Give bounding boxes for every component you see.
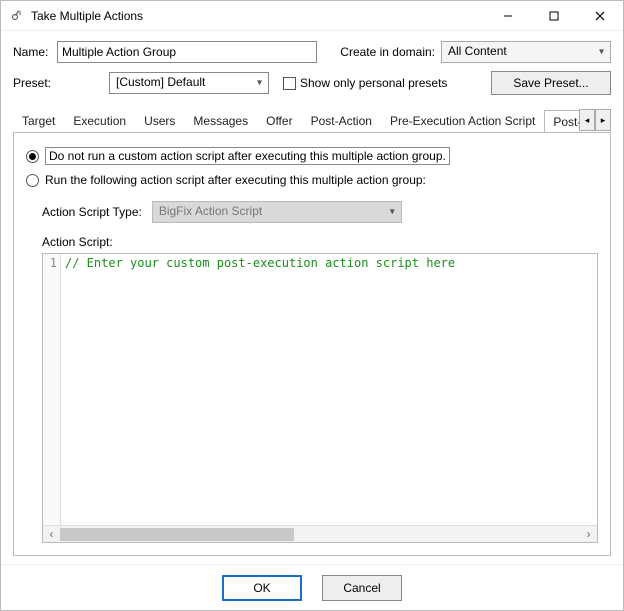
chevron-down-icon: ▾ xyxy=(257,78,262,89)
line-gutter: 1 xyxy=(43,254,61,525)
horizontal-scrollbar[interactable]: ‹ › xyxy=(43,525,597,542)
radio-run-script[interactable]: Run the following action script after ex… xyxy=(26,173,598,187)
personal-presets-label: Show only personal presets xyxy=(300,76,447,90)
scroll-left-icon[interactable]: ‹ xyxy=(43,526,60,543)
maximize-button[interactable] xyxy=(531,1,577,31)
preset-label: Preset: xyxy=(13,76,57,90)
script-type-value: BigFix Action Script xyxy=(159,204,262,218)
save-preset-button[interactable]: Save Preset... xyxy=(491,71,611,95)
tab-post-action[interactable]: Post-Action xyxy=(302,109,381,132)
chevron-down-icon: ▾ xyxy=(390,207,395,218)
scroll-right-icon[interactable]: › xyxy=(580,526,597,543)
chevron-down-icon: ▾ xyxy=(599,47,604,58)
domain-label: Create in domain: xyxy=(340,45,435,59)
scroll-track[interactable] xyxy=(60,526,580,542)
tab-target[interactable]: Target xyxy=(13,109,64,132)
domain-value: All Content xyxy=(448,44,507,58)
tab-panel: Do not run a custom action script after … xyxy=(13,133,611,556)
tab-scroll-left[interactable]: ◂ xyxy=(579,109,595,131)
script-content[interactable]: // Enter your custom post-execution acti… xyxy=(61,254,597,525)
app-icon xyxy=(9,8,25,24)
titlebar: Take Multiple Actions xyxy=(1,1,623,31)
tab-strip: TargetExecutionUsersMessagesOfferPost-Ac… xyxy=(13,109,611,133)
name-input[interactable] xyxy=(57,41,317,63)
window-title: Take Multiple Actions xyxy=(31,9,143,23)
content-area: Name: Create in domain: All Content ▾ Pr… xyxy=(1,31,623,564)
script-editor[interactable]: 1 // Enter your custom post-execution ac… xyxy=(42,253,598,543)
checkbox-icon xyxy=(283,77,296,90)
tab-messages[interactable]: Messages xyxy=(184,109,257,132)
scroll-thumb[interactable] xyxy=(60,528,294,541)
radio-no-script[interactable]: Do not run a custom action script after … xyxy=(26,147,598,165)
ok-button[interactable]: OK xyxy=(222,575,302,601)
tab-execution[interactable]: Execution xyxy=(64,109,135,132)
radio-no-script-label: Do not run a custom action script after … xyxy=(45,147,450,165)
tab-pre-execution-action-script[interactable]: Pre-Execution Action Script xyxy=(381,109,544,132)
preset-value: [Custom] Default xyxy=(116,75,205,89)
script-type-select: BigFix Action Script ▾ xyxy=(152,201,402,223)
preset-select[interactable]: [Custom] Default ▾ xyxy=(109,72,269,94)
personal-presets-checkbox[interactable]: Show only personal presets xyxy=(283,76,447,90)
radio-run-script-label: Run the following action script after ex… xyxy=(45,173,426,187)
domain-select[interactable]: All Content ▾ xyxy=(441,41,611,63)
name-label: Name: xyxy=(13,45,57,59)
minimize-button[interactable] xyxy=(485,1,531,31)
script-label: Action Script: xyxy=(42,235,598,249)
tab-users[interactable]: Users xyxy=(135,109,184,132)
tab-offer[interactable]: Offer xyxy=(257,109,301,132)
tab-scroll-right[interactable]: ▸ xyxy=(595,109,611,131)
dialog-window: Take Multiple Actions Name: Create in do… xyxy=(0,0,624,611)
radio-icon xyxy=(26,174,39,187)
script-type-label: Action Script Type: xyxy=(42,205,142,219)
close-button[interactable] xyxy=(577,1,623,31)
dialog-footer: OK Cancel xyxy=(1,564,623,610)
radio-icon xyxy=(26,150,39,163)
cancel-button[interactable]: Cancel xyxy=(322,575,402,601)
